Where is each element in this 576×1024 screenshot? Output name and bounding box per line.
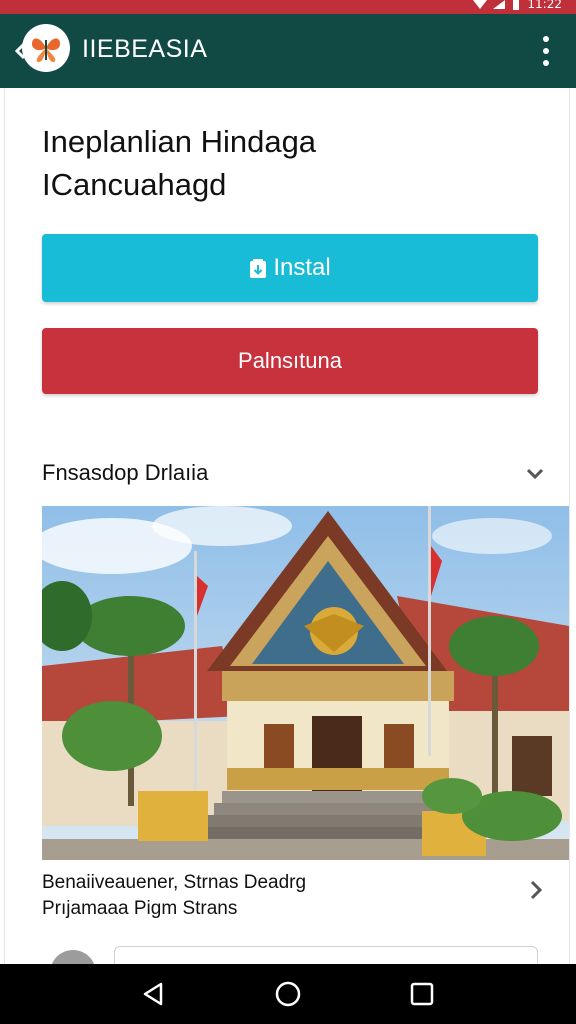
chevron-right-icon[interactable] bbox=[526, 878, 546, 902]
app-title: IIEBEASIA bbox=[82, 35, 208, 63]
photo-caption[interactable]: Benaiiveauener, Strnas Deadrg Prıjamaaa … bbox=[42, 870, 512, 922]
battery-icon bbox=[511, 0, 521, 11]
butterfly-logo-icon bbox=[22, 24, 70, 72]
home-icon[interactable] bbox=[274, 980, 302, 1008]
recents-icon[interactable] bbox=[408, 980, 436, 1008]
menu-dot bbox=[543, 36, 549, 42]
secondary-button[interactable]: Palnsıtuna bbox=[42, 328, 538, 394]
system-nav-bar bbox=[0, 964, 576, 1024]
status-time: 11:22 bbox=[527, 0, 562, 11]
menu-dot bbox=[543, 48, 549, 54]
overflow-menu-icon[interactable] bbox=[538, 36, 554, 66]
status-icons: 11:22 bbox=[473, 0, 562, 14]
install-button[interactable]: Instal bbox=[42, 234, 538, 302]
signal-icon bbox=[493, 0, 506, 10]
menu-dot bbox=[543, 60, 549, 66]
install-button-label: Instal bbox=[273, 254, 331, 281]
caption-line2: Prıjamaaa Pigm Strans bbox=[42, 898, 238, 919]
install-icon bbox=[249, 258, 267, 278]
page-title: Ineplanlian Hindaga ICancuahagd bbox=[42, 120, 542, 206]
secondary-button-label: Palnsıtuna bbox=[238, 348, 342, 373]
section-header[interactable]: Fnsasdop Drlaıia bbox=[42, 458, 208, 488]
card-border-left bbox=[4, 88, 5, 964]
app-bar: IIEBEASIA bbox=[0, 14, 576, 88]
chevron-down-icon[interactable] bbox=[524, 462, 546, 484]
card-border-right bbox=[569, 88, 570, 964]
building-photo[interactable] bbox=[42, 506, 569, 860]
caption-line1: Benaiiveauener, Strnas Deadrg bbox=[42, 872, 307, 893]
status-bar: 11:22 bbox=[0, 0, 576, 14]
wifi-icon bbox=[473, 0, 488, 10]
page-title-line1: Ineplanlian Hindaga bbox=[42, 124, 317, 159]
page-title-line2: ICancuahagd bbox=[42, 167, 227, 202]
back-icon[interactable] bbox=[139, 980, 167, 1008]
